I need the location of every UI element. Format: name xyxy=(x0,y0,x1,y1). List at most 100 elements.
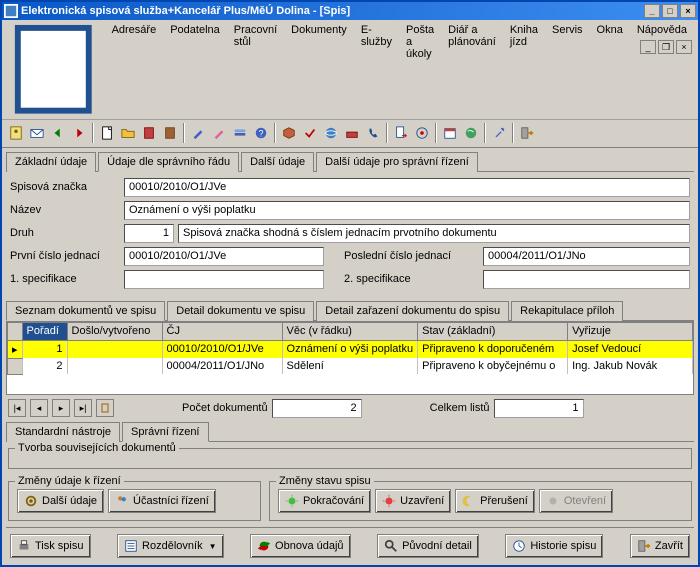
col-vec[interactable]: Věc (v řádku) xyxy=(282,322,418,340)
tool-tray-icon[interactable] xyxy=(342,123,362,143)
main-tabs: Základní údaje Údaje dle správního řádu … xyxy=(6,152,694,172)
btn-dalsi-udaje[interactable]: Další údaje xyxy=(17,489,104,513)
tool-pen-pink-icon[interactable] xyxy=(209,123,229,143)
tab-zakladni[interactable]: Základní údaje xyxy=(6,152,96,172)
group-rizeni: Změny údaje k řízení Další údaje Účastní… xyxy=(8,481,261,521)
col-stav[interactable]: Stav (základní) xyxy=(418,322,568,340)
input-posledni[interactable] xyxy=(483,247,690,266)
maximize-button[interactable]: □ xyxy=(662,4,678,18)
btn-uzavreni[interactable]: Uzavření xyxy=(375,489,451,513)
table-row[interactable]: ▸ 1 00010/2010/O1/JVe Oznámení o výši po… xyxy=(8,340,693,358)
btn-ucastnici[interactable]: Účastníci řízení xyxy=(108,489,216,513)
menu-posta[interactable]: Pošta a úkoly xyxy=(399,22,441,117)
label-prvni: První číslo jednací xyxy=(10,250,120,262)
input-druh-code[interactable] xyxy=(124,224,174,243)
close-button[interactable]: × xyxy=(680,4,696,18)
col-poradi[interactable]: Pořadí xyxy=(22,322,67,340)
menu-pracovni[interactable]: Pracovní stůl xyxy=(227,22,284,117)
form-area: Spisová značka Název Druh První číslo je… xyxy=(6,172,694,299)
child-minimize-button[interactable]: _ xyxy=(640,40,656,54)
nav-next-button[interactable]: ▸ xyxy=(52,399,70,417)
input-spisova[interactable] xyxy=(124,178,690,197)
btn-rozdelovnik[interactable]: Rozdělovník▼ xyxy=(117,534,223,558)
tool-globe-icon[interactable] xyxy=(321,123,341,143)
gtab-rekap[interactable]: Rekapitulace příloh xyxy=(511,301,623,321)
btn-zavrit[interactable]: Zavřít xyxy=(630,534,690,558)
input-druh-text[interactable] xyxy=(178,224,690,243)
menubar: Adresáře Podatelna Pracovní stůl Dokumen… xyxy=(2,20,698,120)
cell xyxy=(67,340,162,358)
tool-exit-icon[interactable] xyxy=(517,123,537,143)
gtab-detail-doc[interactable]: Detail dokumentu ve spisu xyxy=(167,301,314,321)
tool-check-icon[interactable] xyxy=(300,123,320,143)
input-spec1[interactable] xyxy=(124,270,324,289)
child-close-button[interactable]: × xyxy=(676,40,692,54)
tool-book-brown-icon[interactable] xyxy=(160,123,180,143)
btn-tisk[interactable]: Tisk spisu xyxy=(10,534,91,558)
menu-podatelna[interactable]: Podatelna xyxy=(163,22,227,117)
list-icon xyxy=(124,539,138,553)
col-cj[interactable]: ČJ xyxy=(162,322,282,340)
navigator: |◂ ◂ ▸ ▸| Počet dokumentů Celkem listů xyxy=(6,395,694,422)
tab-dalsi[interactable]: Další údaje xyxy=(241,152,314,172)
legend-rizeni: Změny údaje k řízení xyxy=(15,475,124,487)
tool-arrow-right-icon[interactable] xyxy=(69,123,89,143)
btn-preruseni[interactable]: Přerušení xyxy=(455,489,535,513)
nav-first-button[interactable]: |◂ xyxy=(8,399,26,417)
tool-pen-blue-icon[interactable] xyxy=(188,123,208,143)
tool-letter-icon[interactable] xyxy=(27,123,47,143)
btn-obnova[interactable]: Obnova údajů xyxy=(250,534,351,558)
tool-question-icon[interactable]: ? xyxy=(251,123,271,143)
menu-napoveda[interactable]: Nápověda xyxy=(630,22,694,117)
table-row[interactable]: 2 00004/2011/O1/JNo Sdělení Připraveno k… xyxy=(8,358,693,374)
label-spec2: 2. specifikace xyxy=(344,273,479,285)
btab-spravni[interactable]: Správní řízení xyxy=(122,422,208,442)
menu-dokumenty[interactable]: Dokumenty xyxy=(284,22,354,117)
col-doslo[interactable]: Došlo/vytvořeno xyxy=(67,322,162,340)
tool-doc-arrow-icon[interactable] xyxy=(391,123,411,143)
tab-udaje-spravni[interactable]: Údaje dle správního řádu xyxy=(98,152,239,172)
nav-delete-button[interactable] xyxy=(96,399,114,417)
btn-historie[interactable]: Historie spisu xyxy=(505,534,603,558)
menu-kniha[interactable]: Kniha jízd xyxy=(503,22,545,117)
btn-otevreni: Otevření xyxy=(539,489,613,513)
tool-calendar-icon[interactable] xyxy=(440,123,460,143)
tool-contacts-icon[interactable] xyxy=(6,123,26,143)
input-prvni[interactable] xyxy=(124,247,324,266)
gtab-seznam[interactable]: Seznam dokumentů ve spisu xyxy=(6,301,165,321)
tool-world-icon[interactable] xyxy=(461,123,481,143)
nav-last-button[interactable]: ▸| xyxy=(74,399,92,417)
tool-stack-icon[interactable] xyxy=(230,123,250,143)
tab-dalsi-spravni[interactable]: Další údaje pro správní řízení xyxy=(316,152,478,172)
tool-wrench-icon[interactable] xyxy=(489,123,509,143)
btab-standard[interactable]: Standardní nástroje xyxy=(6,422,120,442)
grid[interactable]: Pořadí Došlo/vytvořeno ČJ Věc (v řádku) … xyxy=(6,321,694,395)
child-restore-button[interactable]: ❐ xyxy=(658,40,674,54)
sun-gray-icon xyxy=(546,494,560,508)
menu-adresare[interactable]: Adresáře xyxy=(105,22,164,117)
cell: Sdělení xyxy=(282,358,418,374)
tool-new-icon[interactable] xyxy=(97,123,117,143)
btn-pokracovani[interactable]: Pokračování xyxy=(278,489,371,513)
gtab-detail-zar[interactable]: Detail zařazení dokumentu do spisu xyxy=(316,301,509,321)
tool-arrow-left-icon[interactable] xyxy=(48,123,68,143)
tool-phone-icon[interactable] xyxy=(363,123,383,143)
col-vyrizuje[interactable]: Vyřizuje xyxy=(568,322,693,340)
minimize-button[interactable]: _ xyxy=(644,4,660,18)
menu-diar[interactable]: Diář a plánování xyxy=(441,22,503,117)
input-spec2[interactable] xyxy=(483,270,690,289)
tool-cube-icon[interactable] xyxy=(279,123,299,143)
menu-okna[interactable]: Okna xyxy=(590,22,630,117)
legend-stav: Změny stavu spisu xyxy=(276,475,374,487)
btn-puvodni[interactable]: Původní detail xyxy=(377,534,479,558)
tool-folder-icon[interactable] xyxy=(118,123,138,143)
input-listu[interactable] xyxy=(494,399,584,418)
cell: Josef Vedoucí xyxy=(568,340,693,358)
tool-book-red-icon[interactable] xyxy=(139,123,159,143)
tool-target-icon[interactable] xyxy=(412,123,432,143)
menu-servis[interactable]: Servis xyxy=(545,22,590,117)
nav-prev-button[interactable]: ◂ xyxy=(30,399,48,417)
input-nazev[interactable] xyxy=(124,201,690,220)
menu-esluzby[interactable]: E-služby xyxy=(354,22,399,117)
input-pocet[interactable] xyxy=(272,399,362,418)
